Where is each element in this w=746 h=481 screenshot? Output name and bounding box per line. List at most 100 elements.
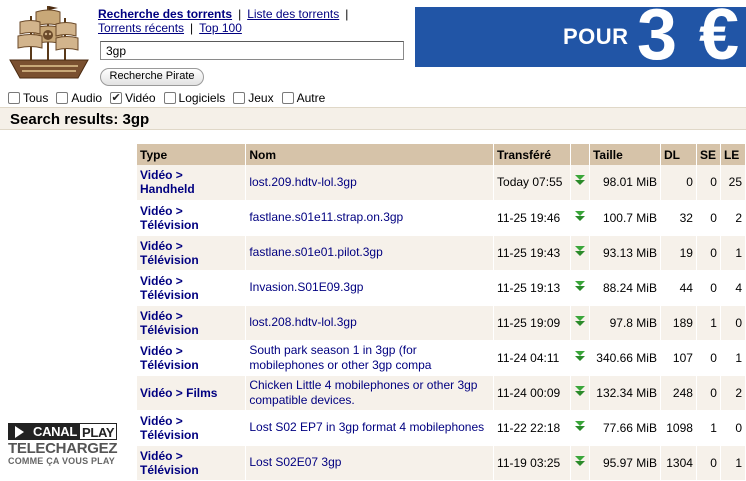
- category-software[interactable]: Logiciels: [163, 90, 226, 105]
- leechers-count: 1: [720, 340, 746, 376]
- torrent-name-link[interactable]: Lost S02 EP7 in 3gp format 4 mobilephone…: [249, 420, 490, 435]
- file-size: 340.66 MiB: [589, 340, 661, 376]
- category-filters: Tous Audio ✔ Vidéo Logiciels Jeux Autre: [8, 90, 333, 105]
- category-link[interactable]: Vidéo > Télévision: [140, 344, 242, 372]
- download-count: 248: [660, 375, 697, 411]
- nav-top100-link[interactable]: Top 100: [199, 21, 242, 35]
- checkbox[interactable]: [233, 91, 246, 104]
- category-label: Vidéo: [125, 90, 156, 105]
- download-count: 107: [660, 340, 697, 376]
- category-video[interactable]: ✔ Vidéo: [110, 90, 156, 105]
- file-size: 98.01 MiB: [589, 165, 661, 201]
- torrent-name-link[interactable]: South park season 1 in 3gp (for mobileph…: [249, 343, 490, 373]
- torrent-name-link[interactable]: lost.208.hdtv-lol.3gp: [249, 315, 490, 330]
- nav-separator: |: [238, 7, 242, 21]
- category-link[interactable]: Vidéo > Télévision: [140, 309, 242, 337]
- advertisement-banner[interactable]: POUR 3 €: [415, 7, 746, 67]
- leechers-count: 0: [720, 305, 746, 341]
- checkbox[interactable]: [281, 91, 294, 104]
- column-header-uploaded[interactable]: Transféré: [493, 144, 571, 165]
- table-row: Vidéo > Télévision South park season 1 in…: [137, 340, 746, 376]
- category-link[interactable]: Vidéo > Films: [140, 386, 242, 400]
- file-size: 88.24 MiB: [589, 270, 661, 306]
- checkbox[interactable]: [163, 91, 176, 104]
- upload-date: Today 07:55: [493, 165, 571, 201]
- canalplay-ad[interactable]: CANAL PLAY TELECHARGEZ COMME ÇA VOUS PLA…: [8, 423, 128, 467]
- download-count: 19: [660, 235, 697, 271]
- download-arrow-icon[interactable]: [574, 315, 586, 327]
- upload-date: 11-25 19:46: [493, 200, 571, 236]
- torrent-name-link[interactable]: fastlane.s01e11.strap.on.3gp: [249, 210, 490, 225]
- results-header-bar: Search results: 3gp: [0, 107, 746, 130]
- upload-date: 11-24 00:09: [493, 375, 571, 411]
- category-link[interactable]: Vidéo > Handheld: [140, 168, 242, 196]
- checkbox-checked[interactable]: ✔: [110, 91, 123, 104]
- torrent-name-link[interactable]: Invasion.S01E09.3gp: [249, 280, 490, 295]
- search-button[interactable]: Recherche Pirate: [100, 68, 204, 86]
- category-link[interactable]: Vidéo > Télévision: [140, 239, 242, 267]
- banner-price: 3 €: [637, 7, 741, 67]
- category-link[interactable]: Vidéo > Télévision: [140, 414, 242, 442]
- category-label: Audio: [71, 90, 103, 105]
- nav-torrent-list-link[interactable]: Liste des torrents: [247, 7, 339, 21]
- category-label: Logiciels: [178, 90, 226, 105]
- checkbox[interactable]: [56, 91, 69, 104]
- torrent-name-link[interactable]: Lost S02E07 3gp: [249, 455, 490, 470]
- top-navigation: Recherche des torrents | Liste des torrent…: [98, 7, 398, 35]
- category-link[interactable]: Vidéo > Télévision: [140, 204, 242, 232]
- leechers-count: 2: [720, 375, 746, 411]
- category-link[interactable]: Vidéo > Télévision: [140, 274, 242, 302]
- leechers-count: 1: [720, 445, 746, 481]
- torrent-name-link[interactable]: lost.209.hdtv-lol.3gp: [249, 175, 490, 190]
- category-other[interactable]: Autre: [281, 91, 325, 105]
- column-header-name[interactable]: Nom: [245, 144, 495, 165]
- column-header-leechers[interactable]: LE: [720, 144, 746, 165]
- seeders-count: 0: [696, 235, 721, 271]
- results-table: Type Nom Transféré Taille DL SE LE Vidéo…: [137, 144, 746, 481]
- nav-recent-torrents-link[interactable]: Torrents récents: [98, 21, 184, 35]
- category-link[interactable]: Vidéo > Télévision: [140, 449, 242, 477]
- category-label: Jeux: [248, 90, 274, 105]
- nav-separator: |: [190, 21, 194, 35]
- category-games[interactable]: Jeux: [233, 90, 274, 105]
- download-arrow-icon[interactable]: [574, 385, 586, 397]
- download-arrow-icon[interactable]: [574, 455, 586, 467]
- column-header-seeders[interactable]: SE: [696, 144, 721, 165]
- play-brand-text: PLAY: [79, 423, 118, 440]
- column-header-type[interactable]: Type: [137, 144, 247, 165]
- seeders-count: 0: [696, 340, 721, 376]
- upload-date: 11-25 19:13: [493, 270, 571, 306]
- leechers-count: 4: [720, 270, 746, 306]
- leechers-count: 1: [720, 235, 746, 271]
- download-arrow-icon[interactable]: [574, 280, 586, 292]
- upload-date: 11-25 19:09: [493, 305, 571, 341]
- torrent-name-link[interactable]: Chicken Little 4 mobilephones or other 3…: [249, 378, 490, 408]
- download-arrow-icon[interactable]: [574, 210, 586, 222]
- table-header-row: Type Nom Transféré Taille DL SE LE: [137, 144, 746, 165]
- category-all[interactable]: Tous: [8, 91, 48, 105]
- upload-date: 11-19 03:25: [493, 445, 571, 481]
- download-arrow-icon[interactable]: [574, 245, 586, 257]
- checkbox[interactable]: [8, 91, 20, 104]
- column-header-download: [570, 144, 590, 165]
- leechers-count: 2: [720, 200, 746, 236]
- column-header-dl[interactable]: DL: [660, 144, 697, 165]
- download-count: 32: [660, 200, 697, 236]
- download-arrow-icon[interactable]: [574, 175, 586, 186]
- download-arrow-icon[interactable]: [574, 420, 586, 432]
- search-input[interactable]: [100, 41, 404, 60]
- canal-brand-text: CANAL: [30, 423, 79, 440]
- download-arrow-icon[interactable]: [574, 350, 586, 362]
- canal-ad-headline: TELECHARGEZ: [8, 440, 118, 457]
- torrent-name-link[interactable]: fastlane.s01e01.pilot.3gp: [249, 245, 490, 260]
- download-count: 0: [660, 165, 697, 201]
- seeders-count: 1: [696, 305, 721, 341]
- leechers-count: 25: [720, 165, 746, 201]
- nav-search-torrents-link[interactable]: Recherche des torrents: [98, 7, 232, 21]
- nav-separator: |: [345, 7, 349, 21]
- column-header-size[interactable]: Taille: [589, 144, 661, 165]
- pirate-ship-logo[interactable]: [6, 4, 92, 88]
- upload-date: 11-22 22:18: [493, 410, 571, 446]
- category-audio[interactable]: Audio: [56, 91, 102, 105]
- results-title: Search results: 3gp: [10, 111, 150, 128]
